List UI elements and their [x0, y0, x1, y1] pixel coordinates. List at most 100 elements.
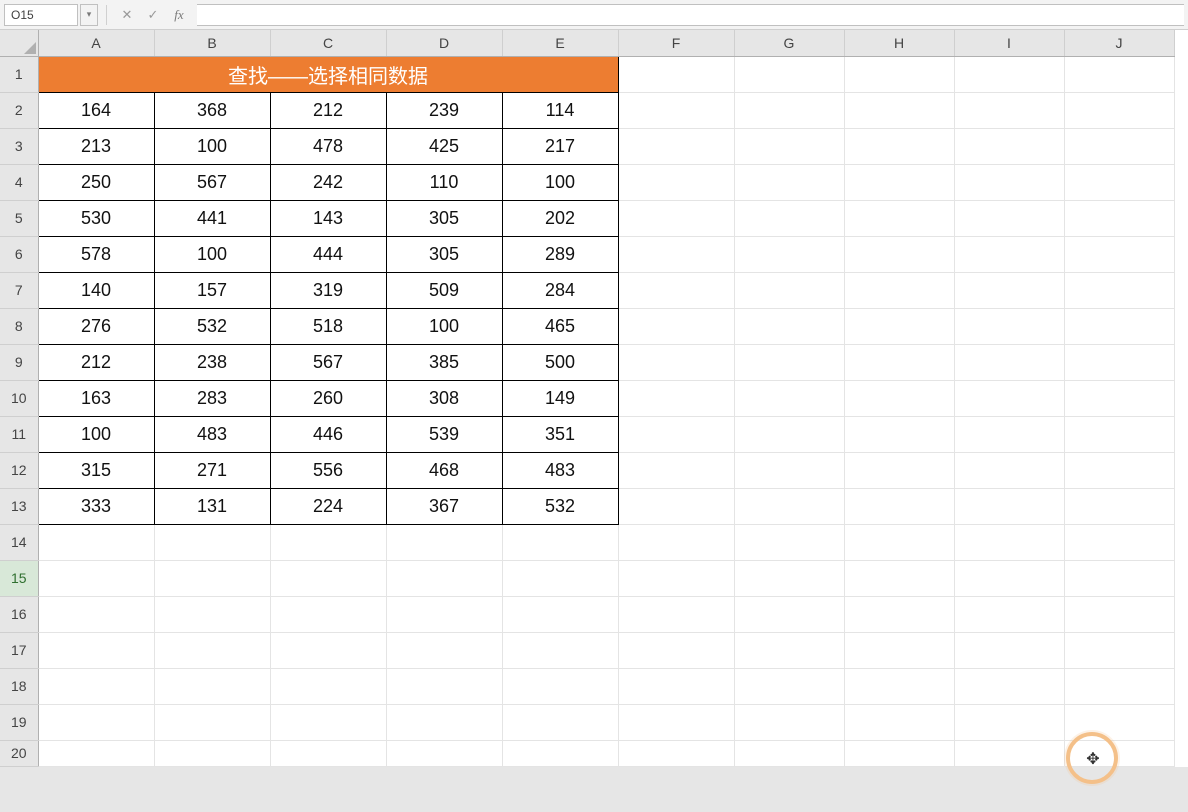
cell-C5[interactable]: 143 — [270, 200, 386, 236]
cell-I6[interactable] — [954, 236, 1064, 272]
row-header-17[interactable]: 17 — [0, 632, 38, 668]
cell-H20[interactable] — [844, 740, 954, 766]
cell-A10[interactable]: 163 — [38, 380, 154, 416]
cell-H17[interactable] — [844, 632, 954, 668]
cell-B12[interactable]: 271 — [154, 452, 270, 488]
cell-C16[interactable] — [270, 596, 386, 632]
cell-D4[interactable]: 110 — [386, 164, 502, 200]
cell-A6[interactable]: 578 — [38, 236, 154, 272]
cell-E8[interactable]: 465 — [502, 308, 618, 344]
cell-J19[interactable] — [1064, 704, 1174, 740]
cell-F20[interactable] — [618, 740, 734, 766]
cell-J10[interactable] — [1064, 380, 1174, 416]
row-header-12[interactable]: 12 — [0, 452, 38, 488]
cell-G11[interactable] — [734, 416, 844, 452]
cell-J3[interactable] — [1064, 128, 1174, 164]
cell-J2[interactable] — [1064, 92, 1174, 128]
cell-H11[interactable] — [844, 416, 954, 452]
cell-H14[interactable] — [844, 524, 954, 560]
cell-B4[interactable]: 567 — [154, 164, 270, 200]
row-header-16[interactable]: 16 — [0, 596, 38, 632]
row-header-4[interactable]: 4 — [0, 164, 38, 200]
fx-icon[interactable]: fx — [167, 4, 191, 26]
cell-D14[interactable] — [386, 524, 502, 560]
cell-F9[interactable] — [618, 344, 734, 380]
cell-H10[interactable] — [844, 380, 954, 416]
cell-B19[interactable] — [154, 704, 270, 740]
row-header-7[interactable]: 7 — [0, 272, 38, 308]
cell-J18[interactable] — [1064, 668, 1174, 704]
row-header-2[interactable]: 2 — [0, 92, 38, 128]
cell-D17[interactable] — [386, 632, 502, 668]
cell-G1[interactable] — [734, 56, 844, 92]
cell-C20[interactable] — [270, 740, 386, 766]
cell-I20[interactable] — [954, 740, 1064, 766]
name-box[interactable]: O15 — [4, 4, 78, 26]
cell-G3[interactable] — [734, 128, 844, 164]
row-header-13[interactable]: 13 — [0, 488, 38, 524]
cell-I9[interactable] — [954, 344, 1064, 380]
row-header-14[interactable]: 14 — [0, 524, 38, 560]
title-cell[interactable]: 查找——选择相同数据 — [38, 56, 618, 92]
cell-G10[interactable] — [734, 380, 844, 416]
cell-H3[interactable] — [844, 128, 954, 164]
cell-E18[interactable] — [502, 668, 618, 704]
cell-E6[interactable]: 289 — [502, 236, 618, 272]
cell-I3[interactable] — [954, 128, 1064, 164]
cell-J15[interactable] — [1064, 560, 1174, 596]
cell-E12[interactable]: 483 — [502, 452, 618, 488]
cell-C15[interactable] — [270, 560, 386, 596]
cell-A11[interactable]: 100 — [38, 416, 154, 452]
cell-D5[interactable]: 305 — [386, 200, 502, 236]
cell-D6[interactable]: 305 — [386, 236, 502, 272]
cell-J6[interactable] — [1064, 236, 1174, 272]
cell-A3[interactable]: 213 — [38, 128, 154, 164]
cell-B9[interactable]: 238 — [154, 344, 270, 380]
cell-B20[interactable] — [154, 740, 270, 766]
cancel-icon[interactable]: ✕ — [115, 4, 139, 26]
cell-E19[interactable] — [502, 704, 618, 740]
cell-I5[interactable] — [954, 200, 1064, 236]
cell-F17[interactable] — [618, 632, 734, 668]
cell-C13[interactable]: 224 — [270, 488, 386, 524]
cell-D13[interactable]: 367 — [386, 488, 502, 524]
cell-G20[interactable] — [734, 740, 844, 766]
cell-J9[interactable] — [1064, 344, 1174, 380]
cell-F16[interactable] — [618, 596, 734, 632]
cell-B5[interactable]: 441 — [154, 200, 270, 236]
cell-H1[interactable] — [844, 56, 954, 92]
cell-D10[interactable]: 308 — [386, 380, 502, 416]
cell-H6[interactable] — [844, 236, 954, 272]
cell-C18[interactable] — [270, 668, 386, 704]
cell-B6[interactable]: 100 — [154, 236, 270, 272]
row-header-20[interactable]: 20 — [0, 740, 38, 766]
select-all-corner[interactable] — [0, 30, 38, 56]
cell-B18[interactable] — [154, 668, 270, 704]
cell-D15[interactable] — [386, 560, 502, 596]
cell-E3[interactable]: 217 — [502, 128, 618, 164]
column-header-D[interactable]: D — [386, 30, 502, 56]
cell-A7[interactable]: 140 — [38, 272, 154, 308]
cell-A4[interactable]: 250 — [38, 164, 154, 200]
row-header-19[interactable]: 19 — [0, 704, 38, 740]
cell-I13[interactable] — [954, 488, 1064, 524]
cell-D9[interactable]: 385 — [386, 344, 502, 380]
row-header-15[interactable]: 15 — [0, 560, 38, 596]
row-header-8[interactable]: 8 — [0, 308, 38, 344]
cell-F6[interactable] — [618, 236, 734, 272]
cell-C19[interactable] — [270, 704, 386, 740]
cell-J20[interactable] — [1064, 740, 1174, 766]
cell-G17[interactable] — [734, 632, 844, 668]
cell-G9[interactable] — [734, 344, 844, 380]
cell-F15[interactable] — [618, 560, 734, 596]
cell-J17[interactable] — [1064, 632, 1174, 668]
cell-D8[interactable]: 100 — [386, 308, 502, 344]
cell-J7[interactable] — [1064, 272, 1174, 308]
cell-B13[interactable]: 131 — [154, 488, 270, 524]
cell-F12[interactable] — [618, 452, 734, 488]
cell-D12[interactable]: 468 — [386, 452, 502, 488]
cell-I12[interactable] — [954, 452, 1064, 488]
cell-J13[interactable] — [1064, 488, 1174, 524]
cell-G12[interactable] — [734, 452, 844, 488]
cell-D19[interactable] — [386, 704, 502, 740]
